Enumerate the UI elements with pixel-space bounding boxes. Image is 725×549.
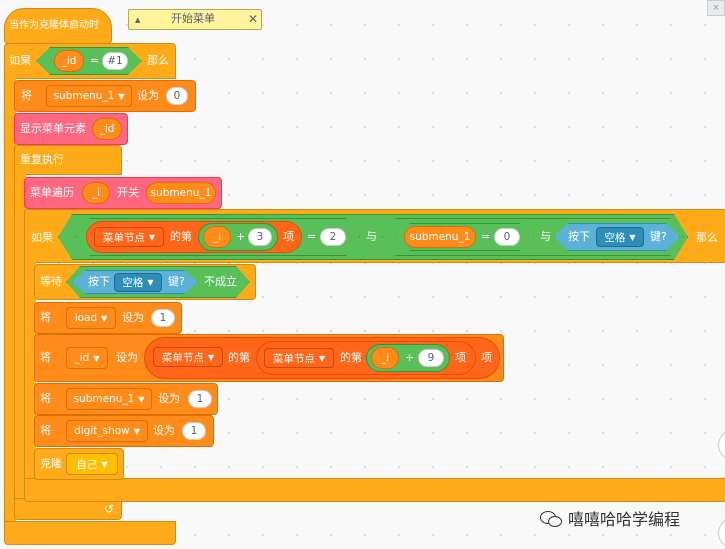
triangle-down-icon: ▼	[148, 232, 156, 242]
clone-target-dropdown[interactable]: 自己 ▼	[66, 453, 118, 475]
set-label: 将	[21, 89, 32, 102]
dropdown-value: digit_show	[74, 425, 130, 437]
variable-dropdown[interactable]: digit_show ▼	[66, 420, 148, 442]
triangle-up-icon[interactable]: ▲	[135, 13, 140, 27]
number-input[interactable]: 9	[418, 349, 444, 367]
zoom-in-button[interactable]	[718, 430, 725, 460]
triangle-down-icon: ▼	[138, 394, 145, 404]
dropdown-value: submenu_1	[73, 393, 135, 405]
value-input[interactable]: 1	[188, 390, 212, 408]
item-label: 项	[481, 351, 492, 364]
of-label: 的第	[340, 351, 362, 364]
comment-text: 开始菜单	[171, 12, 215, 25]
then-label: 那么	[147, 54, 169, 67]
dropdown-value: load	[74, 312, 98, 324]
wait-label: 等待	[40, 275, 62, 288]
dropdown-value: submenu_1	[53, 90, 115, 102]
item-label: 项	[283, 230, 294, 243]
key-dropdown[interactable]: 空格 ▼	[114, 273, 162, 292]
dropdown-value: 空格	[122, 277, 144, 289]
show-label: 显示菜单元素	[20, 122, 86, 135]
dropdown-value: _id	[74, 352, 90, 364]
list-dropdown[interactable]: 菜单节点 ▼	[264, 348, 334, 368]
of-label: 的第	[170, 230, 192, 243]
triangle-down-icon: ▼	[118, 91, 125, 101]
i-reporter[interactable]: _i	[82, 182, 110, 204]
id-reporter[interactable]: _id	[54, 50, 84, 72]
variable-dropdown[interactable]: load ▼	[66, 307, 116, 329]
dropdown-value: 菜单节点	[272, 352, 315, 365]
press-label: 按下	[568, 230, 590, 243]
not-label: 不成立	[204, 275, 237, 288]
triangle-down-icon: ▼	[101, 313, 108, 323]
wechat-icon	[540, 509, 562, 527]
list-dropdown[interactable]: 菜单节点 ▼	[153, 347, 223, 367]
list-dropdown[interactable]: 菜单节点 ▼	[94, 227, 164, 247]
number-input[interactable]: 3	[248, 228, 272, 246]
dropdown-value: 空格	[604, 231, 626, 244]
dropdown-value: 自己	[76, 458, 98, 471]
forever-label: 重复执行	[20, 153, 64, 166]
i-reporter[interactable]: _i	[203, 226, 231, 248]
watermark-text: 嘻嘻哈哈学编程	[568, 510, 681, 529]
triangle-down-icon: ▼	[101, 459, 108, 469]
if-inner-footer	[24, 478, 725, 502]
loop-arrow-icon: ↺	[104, 502, 115, 516]
set-label: 将	[40, 392, 51, 405]
if-label: 如果	[9, 54, 31, 67]
hat-label: 当作为克隆体启动时	[9, 20, 99, 31]
variable-dropdown[interactable]: submenu_1 ▼	[46, 85, 132, 107]
watermark: 嘻嘻哈哈学编程	[540, 506, 725, 530]
and-label-2: 与	[540, 230, 551, 243]
plus-sign: +	[405, 351, 415, 364]
of-label: 的第	[228, 351, 250, 364]
dropdown-value: 菜单节点	[102, 231, 145, 244]
to-label: 设为	[122, 311, 144, 324]
value-input[interactable]: 0	[166, 87, 188, 105]
menu-traverse-label: 菜单遍历	[30, 186, 74, 199]
triangle-down-icon: ▼	[147, 278, 154, 287]
close-icon[interactable]: ×	[707, 0, 725, 16]
then-label: 那么	[696, 231, 718, 244]
switch-label: 开关	[117, 186, 139, 199]
triangle-down-icon: ▼	[93, 353, 100, 363]
to-label: 设为	[153, 424, 175, 437]
key-dropdown[interactable]: 空格 ▼	[596, 227, 644, 247]
to-label: 设为	[158, 392, 180, 405]
comment-close-icon[interactable]: ✕	[248, 12, 258, 26]
id-reporter[interactable]: _id	[92, 118, 122, 140]
key-suffix-label: 键?	[168, 275, 185, 288]
and-label-1: 与	[366, 230, 377, 243]
plus-sign: +	[236, 230, 246, 243]
press-label: 按下	[88, 275, 110, 288]
variable-dropdown[interactable]: _id ▼	[66, 347, 108, 369]
equals-sign: =	[307, 230, 317, 243]
if-block-footer	[4, 521, 176, 545]
submenu-reporter[interactable]: submenu_1	[146, 182, 216, 204]
triangle-down-icon: ▼	[318, 353, 326, 363]
to-label: 设为	[137, 89, 159, 102]
i-reporter[interactable]: _i	[371, 347, 399, 369]
set-label: 将	[40, 351, 51, 364]
variable-dropdown[interactable]: submenu_1 ▼	[66, 388, 152, 410]
value-input[interactable]: 2	[320, 228, 346, 246]
if-label: 如果	[31, 231, 53, 244]
triangle-down-icon: ▼	[207, 352, 215, 362]
equals-sign: =	[90, 54, 100, 67]
item-label: 项	[455, 351, 466, 364]
set-label: 将	[40, 311, 51, 324]
clone-label: 克隆	[40, 457, 62, 470]
submenu-reporter[interactable]: submenu_1	[404, 226, 476, 248]
value-input[interactable]: #1	[102, 52, 128, 70]
equals-sign: =	[481, 230, 491, 243]
to-label: 设为	[116, 351, 138, 364]
key-suffix-label: 键?	[650, 230, 667, 243]
value-input[interactable]: 1	[182, 422, 206, 440]
value-input[interactable]: 0	[494, 228, 520, 246]
triangle-down-icon: ▼	[629, 232, 636, 242]
set-label: 将	[40, 424, 51, 437]
value-input[interactable]: 1	[151, 309, 175, 327]
dropdown-value: 菜单节点	[161, 351, 204, 364]
triangle-down-icon: ▼	[133, 426, 140, 436]
